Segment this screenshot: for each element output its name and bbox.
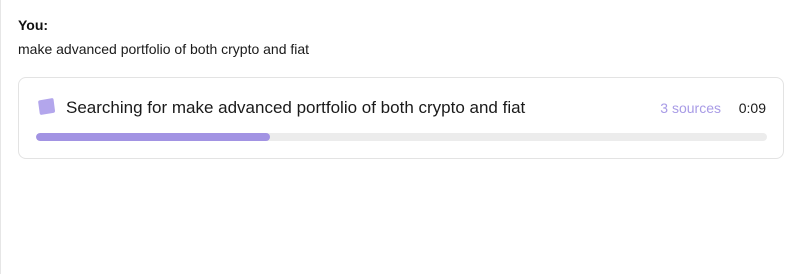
search-status-card: Searching for make advanced portfolio of… (18, 77, 784, 159)
elapsed-timer: 0:09 (738, 100, 766, 116)
search-progress-bar (36, 133, 767, 141)
sources-link[interactable]: 3 sources (660, 100, 721, 116)
message-speaker: You: (18, 17, 49, 33)
user-message: You: make advanced portfolio of both cry… (18, 16, 786, 58)
message-text: make advanced portfolio of both crypto a… (18, 41, 310, 57)
panel-left-border (0, 0, 1, 274)
search-progress-fill (36, 133, 270, 141)
document-icon (37, 97, 56, 116)
search-title: Searching for make advanced portfolio of… (66, 98, 526, 117)
